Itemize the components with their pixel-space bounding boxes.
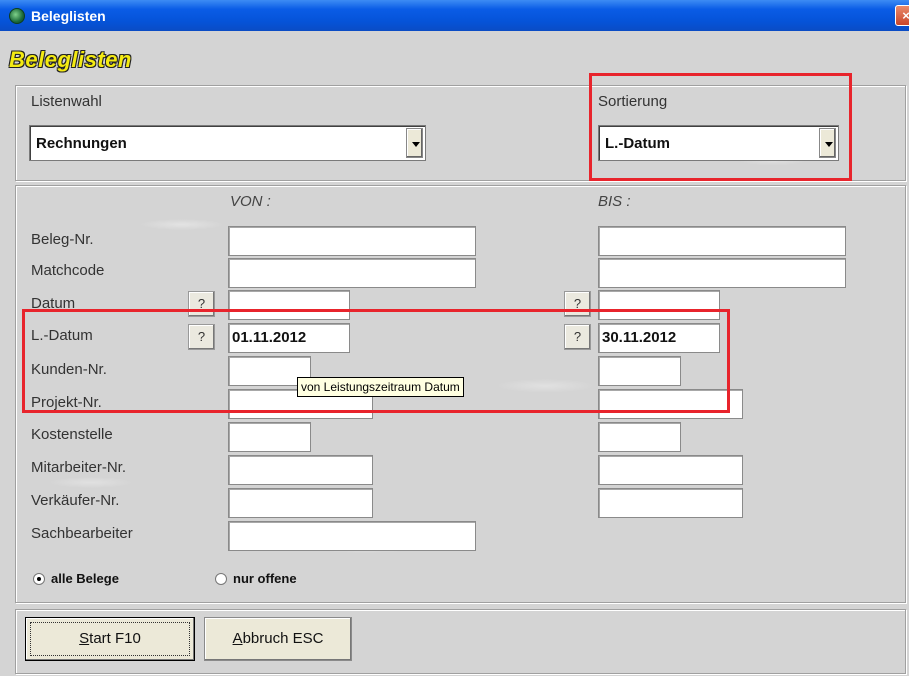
app-icon — [9, 7, 25, 24]
window-title: Beleglisten — [31, 7, 106, 24]
kunden-nr-bis-input[interactable] — [598, 356, 681, 386]
cancel-button-label: bbruch ESC — [242, 630, 324, 647]
beleg-nr-von-input[interactable] — [228, 226, 476, 256]
kostenstelle-von-input[interactable] — [228, 422, 311, 452]
row-label-beleg-nr: Beleg-Nr. — [31, 231, 94, 248]
cancel-accel-key: A — [232, 630, 243, 647]
datum-von-lookup-button[interactable]: ? — [188, 291, 215, 317]
row-label-verkaeufer-nr: Verkäufer-Nr. — [31, 492, 120, 509]
l-datum-von-input[interactable]: 01.11.2012 — [228, 323, 350, 353]
sortierung-select[interactable]: L.-Datum — [598, 125, 839, 161]
l-datum-bis-input[interactable]: 30.11.2012 — [598, 323, 720, 353]
start-button[interactable]: Start F10 — [25, 617, 195, 661]
beleg-nr-bis-input[interactable] — [598, 226, 846, 256]
close-button[interactable]: × — [895, 5, 909, 26]
datum-bis-input[interactable] — [598, 290, 720, 320]
datum-von-input[interactable] — [228, 290, 350, 320]
verkaeufer-nr-bis-input[interactable] — [598, 488, 743, 518]
listenwahl-select[interactable]: Rechnungen — [29, 125, 426, 161]
listenwahl-value: Rechnungen — [36, 135, 127, 152]
row-label-sachbearbeiter: Sachbearbeiter — [31, 525, 133, 542]
page-title: Beleglisten — [9, 47, 132, 72]
chevron-down-icon[interactable] — [819, 128, 836, 158]
focus-rect — [30, 622, 190, 656]
radio-nur-offene-label: nur offene — [233, 571, 297, 586]
row-label-kunden-nr: Kunden-Nr. — [31, 361, 107, 378]
kostenstelle-bis-input[interactable] — [598, 422, 681, 452]
sortierung-label: Sortierung — [598, 93, 668, 110]
row-label-datum: Datum — [31, 295, 76, 312]
radio-alle-belege[interactable]: alle Belege — [33, 571, 119, 586]
datum-bis-lookup-button[interactable]: ? — [564, 291, 591, 317]
client-area: Beleglisten Listenwahl Rechnungen Sortie… — [0, 31, 909, 676]
row-label-kostenstelle: Kostenstelle — [31, 426, 113, 443]
listenwahl-label: Listenwahl — [31, 93, 102, 110]
row-label-projekt-nr: Projekt-Nr. — [31, 394, 102, 411]
von-header: VON : — [230, 193, 271, 210]
row-label-matchcode: Matchcode — [31, 262, 105, 279]
tooltip: von Leistungszeitraum Datum — [297, 377, 464, 397]
sachbearbeiter-input[interactable] — [228, 521, 476, 551]
radio-dot-icon — [215, 572, 227, 585]
row-label-mitarbeiter-nr: Mitarbeiter-Nr. — [31, 459, 127, 476]
mitarbeiter-nr-von-input[interactable] — [228, 455, 373, 485]
mitarbeiter-nr-bis-input[interactable] — [598, 455, 743, 485]
row-label-l-datum: L.-Datum — [31, 327, 93, 344]
radio-nur-offene[interactable]: nur offene — [215, 571, 297, 586]
l-datum-bis-lookup-button[interactable]: ? — [564, 324, 591, 350]
projekt-nr-bis-input[interactable] — [598, 389, 743, 419]
l-datum-von-lookup-button[interactable]: ? — [188, 324, 215, 350]
bis-header: BIS : — [598, 193, 631, 210]
cancel-button[interactable]: Abbruch ESC — [204, 617, 352, 661]
matchcode-von-input[interactable] — [228, 258, 476, 288]
radio-dot-icon — [33, 572, 45, 585]
title-bar: Beleglisten × — [0, 0, 909, 31]
chevron-down-icon[interactable] — [406, 128, 423, 158]
radio-alle-belege-label: alle Belege — [51, 571, 119, 586]
verkaeufer-nr-von-input[interactable] — [228, 488, 373, 518]
sortierung-value: L.-Datum — [605, 135, 670, 152]
matchcode-bis-input[interactable] — [598, 258, 846, 288]
